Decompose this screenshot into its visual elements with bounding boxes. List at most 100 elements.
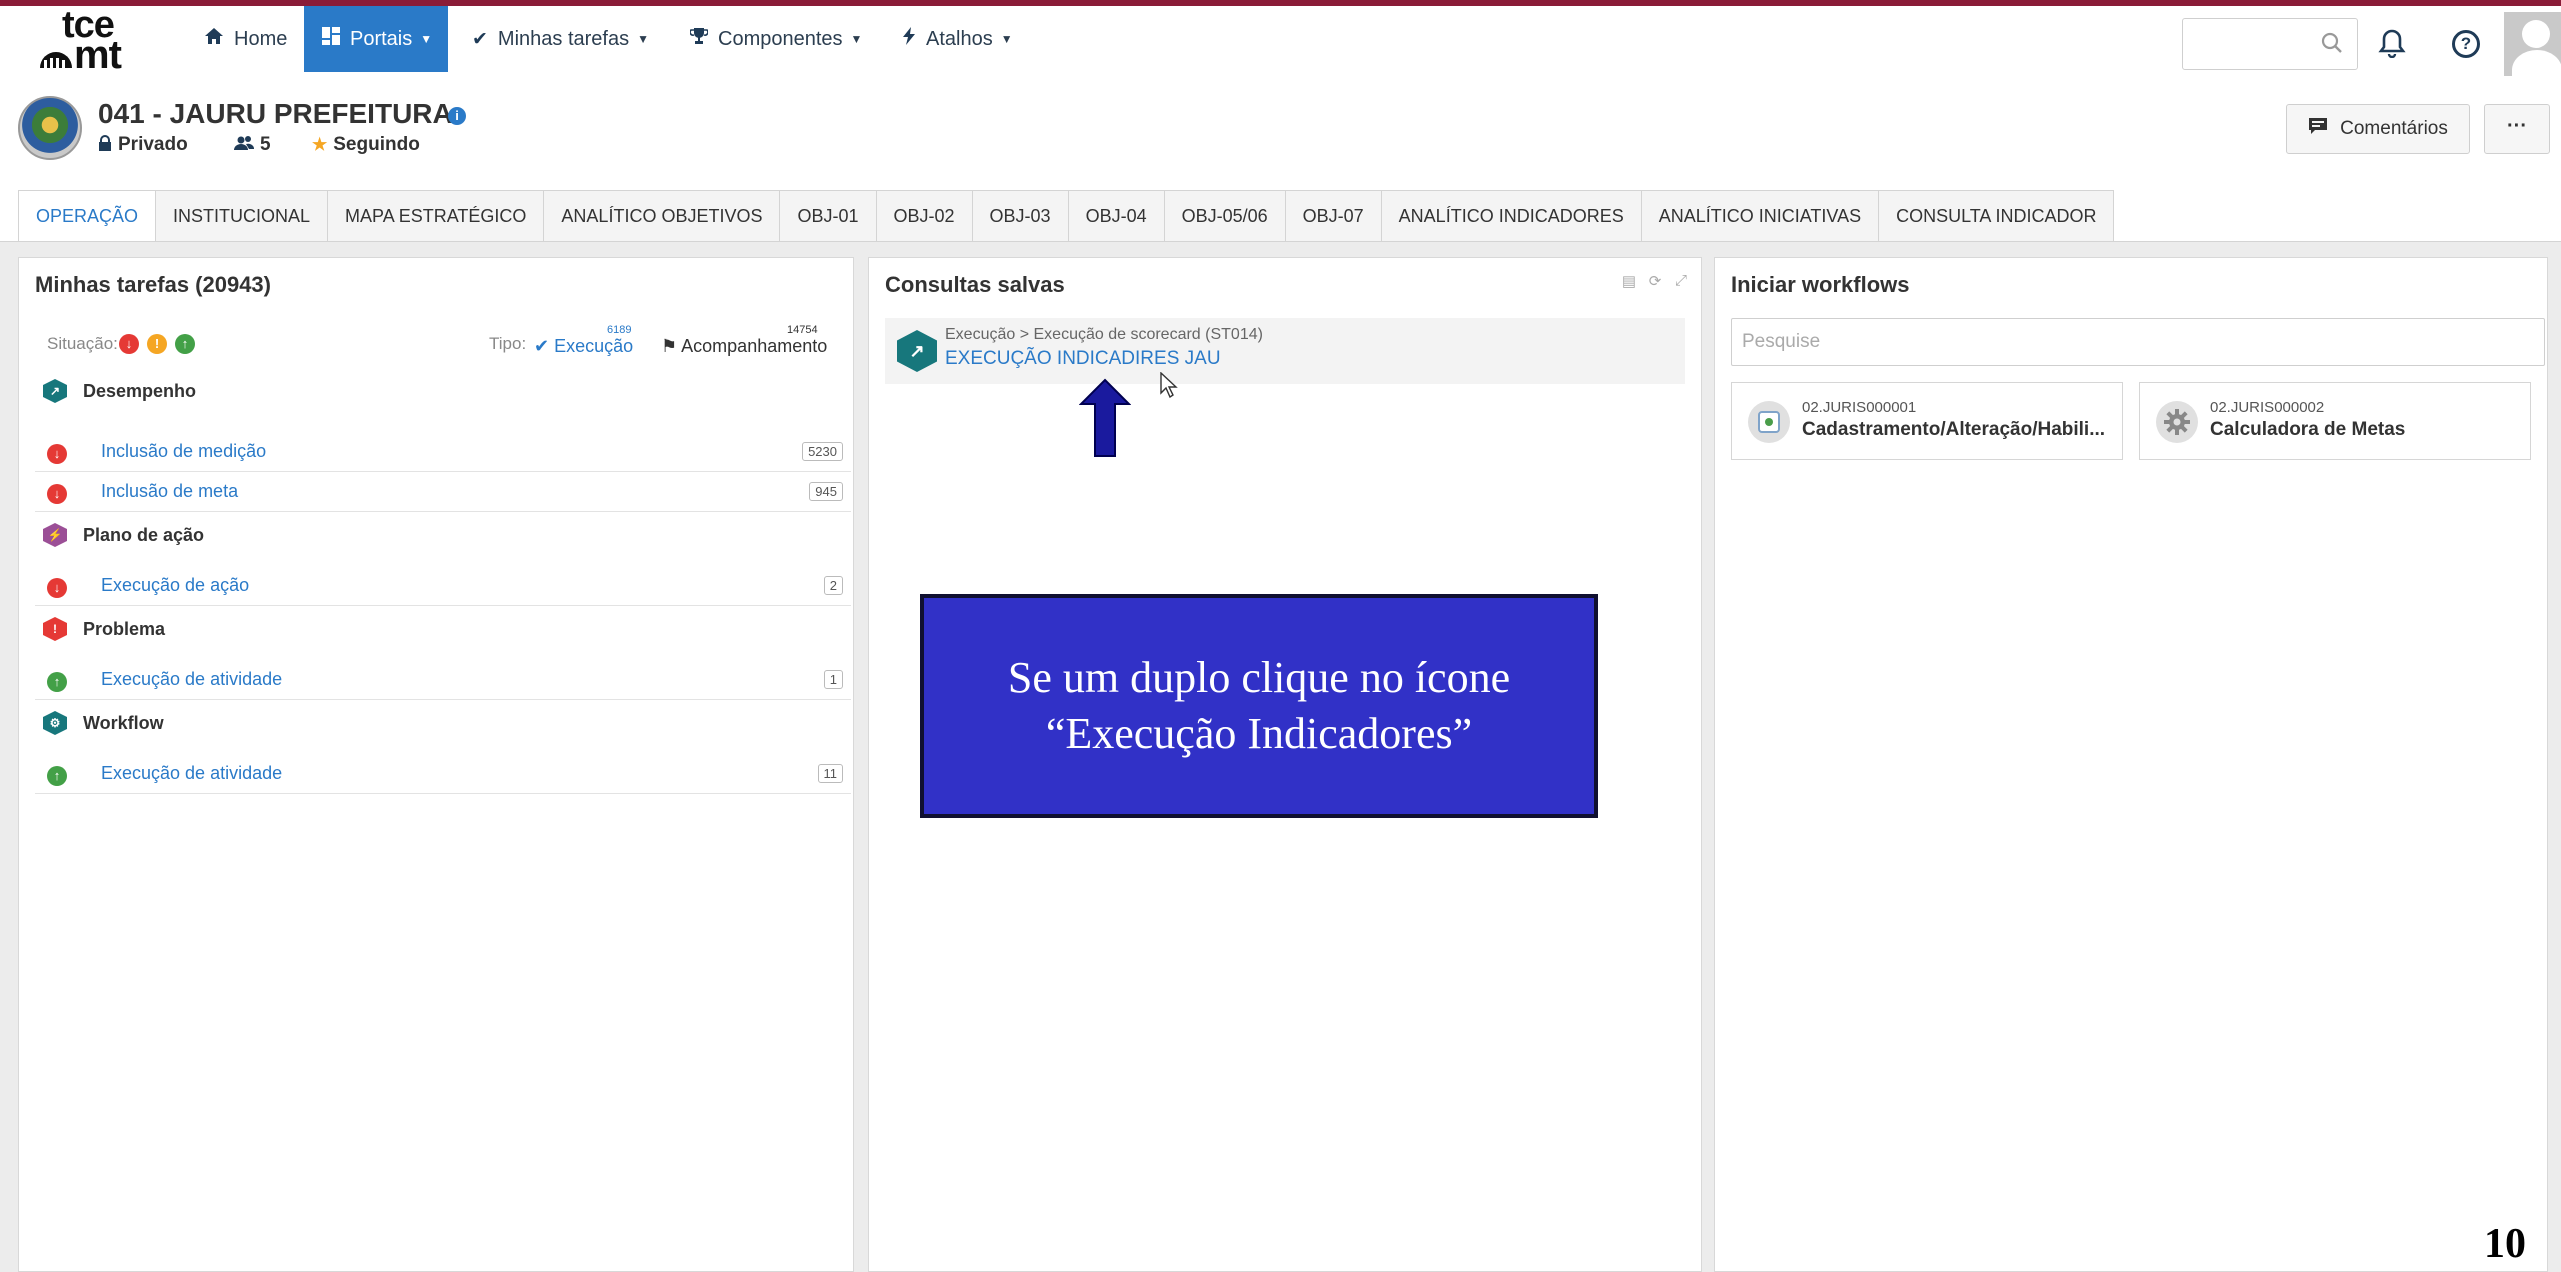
task-label[interactable]: Execução de ação	[101, 575, 249, 596]
global-search-input[interactable]	[2182, 18, 2358, 70]
panel-toolbar: ▤ ⟳ ⤢	[1613, 272, 1691, 292]
workflow-card[interactable]: 02.JURIS000001 Cadastramento/Alteração/H…	[1731, 382, 2123, 460]
group-workflow: ⚙ Workflow	[43, 708, 164, 738]
tab-operação[interactable]: OPERAÇÃO	[18, 190, 157, 242]
workflow-code: 02.JURIS000002	[2210, 399, 2325, 416]
nav-minhas-tarefas[interactable]: ✔ Minhas tarefas ▼	[454, 6, 667, 72]
task-count-badge: 5230	[802, 442, 843, 461]
scorecard-icon[interactable]: ↗	[897, 330, 937, 372]
lock-icon	[98, 134, 112, 156]
workflows-title: Iniciar workflows	[1731, 272, 1910, 297]
problem-icon: !	[43, 617, 67, 641]
saved-queries-title: Consultas salvas	[885, 272, 1065, 297]
workflow-card[interactable]: 02.JURIS000002 Calculadora de Metas	[2139, 382, 2531, 460]
task-count-badge: 11	[817, 764, 843, 783]
avatar-torso	[2512, 50, 2561, 76]
comments-button-label: Comentários	[2340, 118, 2448, 139]
bell-icon[interactable]	[2378, 28, 2406, 59]
tab-analítico-indicadores[interactable]: ANALÍTICO INDICADORES	[1381, 190, 1642, 242]
help-icon[interactable]: ?	[2452, 30, 2480, 58]
tab-mapa-estratégico[interactable]: MAPA ESTRATÉGICO	[328, 190, 545, 242]
tab-obj-02[interactable]: OBJ-02	[876, 190, 973, 242]
tab-obj-03[interactable]: OBJ-03	[972, 190, 1069, 242]
nav-atalhos[interactable]: Atalhos ▼	[884, 6, 1031, 72]
chevron-down-icon: ▼	[1000, 32, 1013, 46]
check-icon: ✔	[472, 28, 488, 50]
workflows-panel: Iniciar workflows 02.JURIS000001 Cadastr…	[1714, 257, 2548, 1272]
group-problema: ! Problema	[43, 614, 165, 644]
filter-execucao[interactable]: ✔ Execução	[534, 336, 633, 357]
group-name: Plano de ação	[83, 524, 205, 545]
page-tabs: OPERAÇÃO INSTITUCIONAL MAPA ESTRATÉGICO ANA…	[18, 190, 2115, 242]
privacy-label: Privado	[118, 134, 188, 155]
star-icon: ★	[312, 135, 328, 154]
tab-analítico-objetivos[interactable]: ANALÍTICO OBJETIVOS	[544, 190, 781, 242]
members-count[interactable]: 5	[234, 134, 271, 156]
tipo-label: Tipo:	[489, 334, 527, 353]
task-row[interactable]: ↓ Inclusão de medição 5230	[35, 432, 851, 472]
workflow-name: Calculadora de Metas	[2210, 419, 2406, 440]
tasks-panel: Minhas tarefas (20943) Situação: ↓ ! ↑ T…	[18, 257, 854, 1272]
tce-mt-logo[interactable]: tce mt	[38, 6, 134, 77]
group-name: Desempenho	[83, 380, 197, 401]
tab-obj-04[interactable]: OBJ-04	[1068, 190, 1165, 242]
acompanhamento-count: 14754	[787, 324, 818, 336]
nav-home[interactable]: Home	[186, 6, 305, 72]
situacao-label: Situação:	[47, 334, 118, 353]
tab-analítico-iniciativas[interactable]: ANALÍTICO INICIATIVAS	[1641, 190, 1880, 242]
workflow-search-input[interactable]	[1732, 319, 2544, 365]
trophy-icon	[689, 27, 709, 51]
overdue-status-icon: ↓	[47, 444, 67, 464]
info-icon[interactable]: i	[448, 107, 466, 125]
saved-query-name[interactable]: EXECUÇÃO INDICADIRES JAU	[945, 348, 1221, 370]
workflow-search-field[interactable]	[1731, 318, 2545, 366]
tab-obj-07[interactable]: OBJ-07	[1285, 190, 1382, 242]
home-icon	[204, 27, 224, 51]
dome-icon	[40, 52, 72, 68]
performance-icon: ↗	[43, 379, 67, 403]
saved-query-item[interactable]: ↗ Execução > Execução de scorecard (ST01…	[885, 318, 1685, 384]
task-row[interactable]: ↑ Execução de atividade 1	[35, 660, 851, 700]
refresh-icon[interactable]: ⟳	[1645, 272, 1665, 292]
workflow-registration-icon	[1748, 401, 1790, 443]
user-avatar[interactable]	[2504, 12, 2561, 76]
filter-overdue-icon[interactable]: ↓	[119, 334, 139, 354]
comments-button[interactable]: Comentários	[2286, 104, 2470, 154]
callout-line2: “Execução Indicadores”	[1045, 709, 1473, 758]
more-options-button[interactable]: ···	[2484, 104, 2550, 154]
users-icon	[234, 135, 255, 156]
tab-obj-05-06[interactable]: OBJ-05/06	[1164, 190, 1286, 242]
group-name: Problema	[83, 618, 166, 639]
comment-icon[interactable]: ▤	[1619, 272, 1639, 292]
nav-componentes[interactable]: Componentes ▼	[672, 6, 880, 72]
task-label[interactable]: Inclusão de meta	[101, 481, 238, 502]
workflow-code: 02.JURIS000001	[1802, 399, 1917, 416]
expand-icon[interactable]: ⤢	[1671, 272, 1691, 292]
avatar-head	[2522, 20, 2550, 48]
task-count-badge: 945	[809, 482, 843, 501]
municipality-crest	[18, 96, 82, 160]
execucao-count: 6189	[607, 324, 632, 336]
task-label[interactable]: Execução de atividade	[101, 763, 282, 784]
filter-acompanhamento[interactable]: ⚑ Acompanhamento	[661, 336, 827, 357]
tab-obj-01[interactable]: OBJ-01	[780, 190, 877, 242]
filter-warning-icon[interactable]: !	[147, 334, 167, 354]
task-label[interactable]: Inclusão de medição	[101, 441, 266, 462]
filter-ontime-icon[interactable]: ↑	[175, 334, 195, 354]
task-row[interactable]: ↓ Inclusão de meta 945	[35, 472, 851, 512]
mouse-cursor-icon	[1160, 372, 1178, 398]
task-count-badge: 2	[823, 576, 843, 595]
chevron-down-icon: ▼	[420, 32, 433, 46]
tab-institucional[interactable]: INSTITUCIONAL	[156, 190, 329, 242]
nav-portais[interactable]: Portais ▼	[304, 6, 448, 72]
group-plano-de-acao: ⚡ Plano de ação	[43, 520, 204, 550]
task-row[interactable]: ↑ Execução de atividade 11	[35, 754, 851, 794]
task-row[interactable]: ↓ Execução de ação 2	[35, 566, 851, 606]
chevron-down-icon: ▼	[850, 32, 863, 46]
members-value: 5	[260, 134, 271, 155]
nav-portais-label: Portais	[350, 27, 413, 50]
tab-consulta-indicador[interactable]: CONSULTA INDICADOR	[1879, 190, 2115, 242]
logo-line2-text: mt	[74, 33, 122, 77]
task-label[interactable]: Execução de atividade	[101, 669, 282, 690]
follow-status[interactable]: ★ Seguindo	[312, 134, 420, 156]
